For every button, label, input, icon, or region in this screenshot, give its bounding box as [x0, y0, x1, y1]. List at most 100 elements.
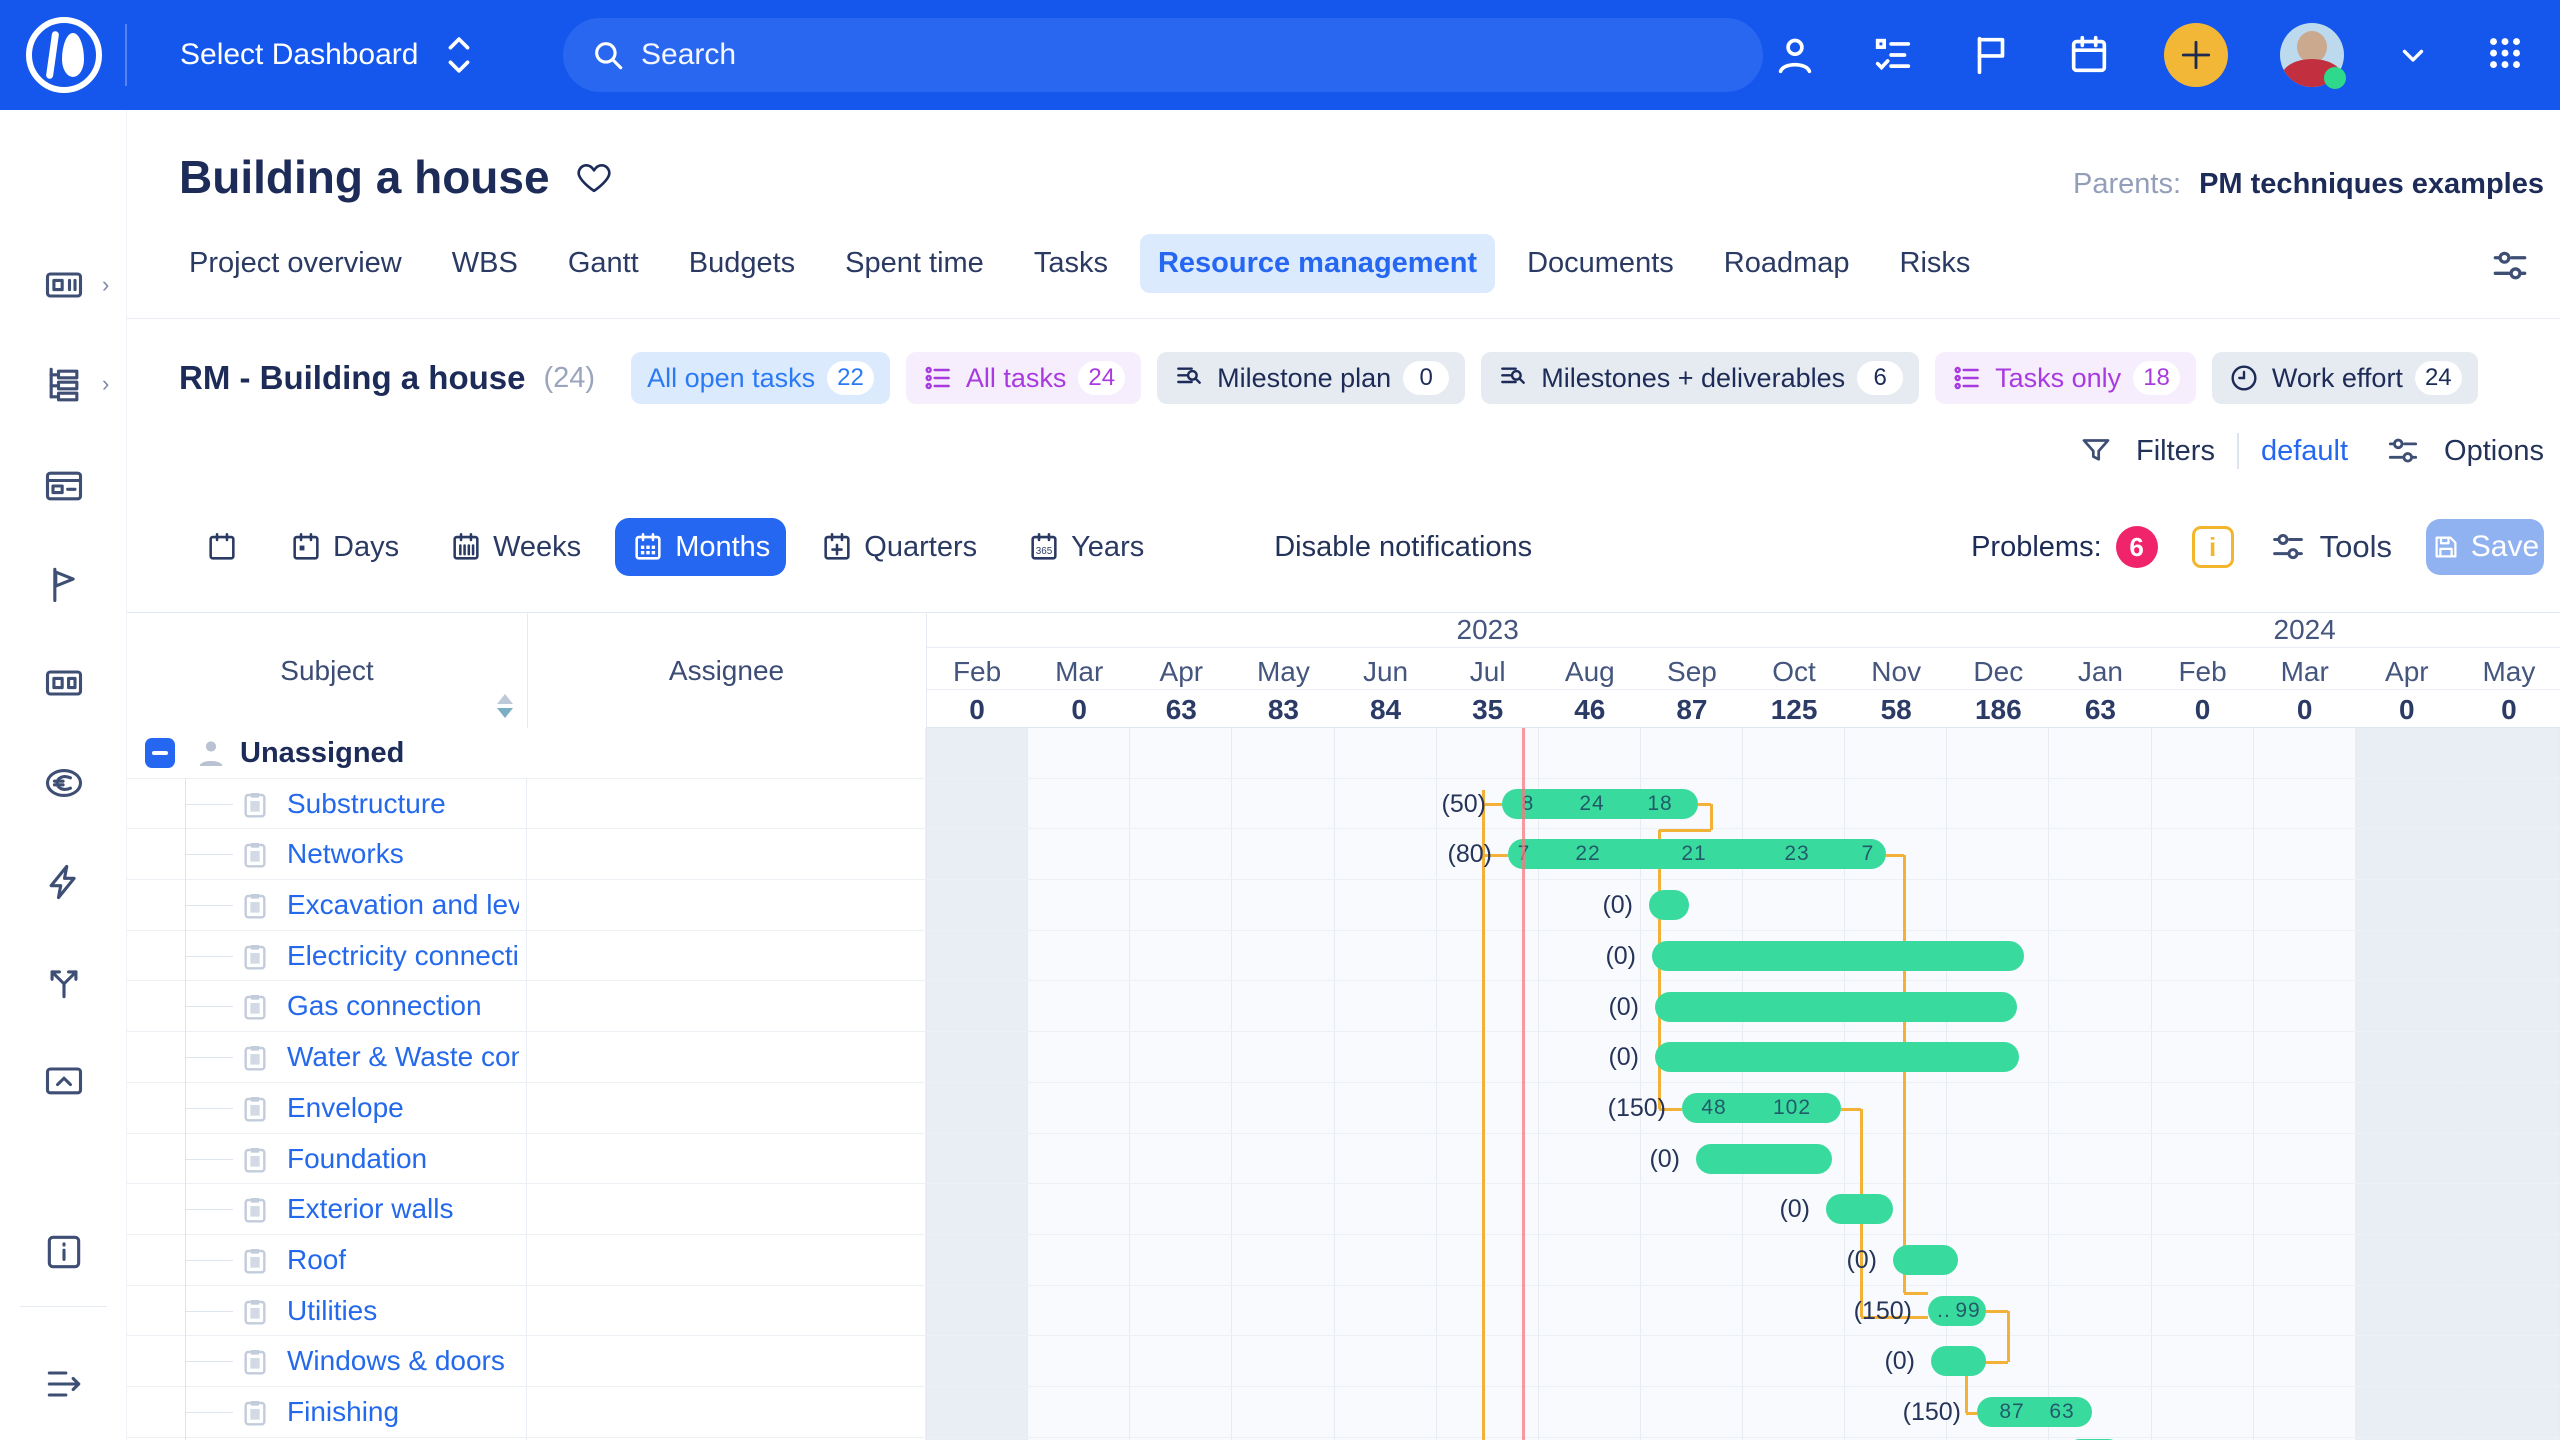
- gantt-bar[interactable]: [1931, 1346, 1986, 1376]
- tab-risks[interactable]: Risks: [1882, 234, 1989, 293]
- gantt-bar[interactable]: 82418: [1502, 789, 1698, 819]
- assignee-cell[interactable]: [527, 1387, 926, 1437]
- chip-tasks-only[interactable]: Tasks only18: [1935, 352, 2196, 404]
- sort-arrows-icon[interactable]: [497, 694, 513, 718]
- chevron-right-icon[interactable]: ›: [102, 272, 109, 298]
- tab-roadmap[interactable]: Roadmap: [1706, 234, 1868, 293]
- scale-months-button[interactable]: Months: [615, 518, 786, 576]
- task-link[interactable]: Electricity connectio: [287, 940, 519, 972]
- tab-wbs[interactable]: WBS: [434, 234, 536, 293]
- chip-milestones-deliverables[interactable]: Milestones + deliverables6: [1481, 352, 1919, 404]
- scale-weeks-button[interactable]: Weeks: [433, 518, 597, 576]
- assignee-cell[interactable]: [527, 1336, 926, 1386]
- task-link[interactable]: Finishing: [287, 1396, 399, 1428]
- gantt-bar[interactable]: 8763: [1977, 1397, 2092, 1427]
- chip-all-open-tasks[interactable]: All open tasks22: [631, 352, 890, 404]
- tab-gantt[interactable]: Gantt: [550, 234, 657, 293]
- assignee-cell[interactable]: [527, 779, 926, 829]
- gantt-bar[interactable]: [1826, 1194, 1893, 1224]
- tab-documents[interactable]: Documents: [1509, 234, 1692, 293]
- task-link[interactable]: Water & Waste conn: [287, 1041, 519, 1073]
- gantt-bar[interactable]: [1696, 1144, 1832, 1174]
- gantt-bar[interactable]: ..99: [1928, 1296, 1986, 1326]
- task-link[interactable]: Envelope: [287, 1092, 404, 1124]
- task-link[interactable]: Gas connection: [287, 990, 482, 1022]
- task-link[interactable]: Excavation and leve: [287, 889, 519, 921]
- avatar[interactable]: [2280, 23, 2344, 87]
- assignee-cell[interactable]: [527, 1235, 926, 1285]
- wbs-tree-icon[interactable]: ›: [0, 352, 127, 416]
- gantt-bar[interactable]: 48102: [1682, 1093, 1841, 1123]
- task-link[interactable]: Exterior walls: [287, 1193, 453, 1225]
- task-link[interactable]: Substructure: [287, 788, 446, 820]
- split-arrows-icon[interactable]: [0, 950, 127, 1014]
- chip-work-effort[interactable]: Work effort24: [2212, 352, 2478, 404]
- search-input[interactable]: Search: [563, 18, 1763, 92]
- task-link[interactable]: Networks: [287, 838, 404, 870]
- select-dashboard-button[interactable]: Select Dashboard: [180, 0, 474, 110]
- assignee-cell[interactable]: [527, 981, 926, 1031]
- flag-icon[interactable]: [1968, 32, 2014, 78]
- app-logo-icon[interactable]: [26, 17, 102, 93]
- disable-notifications-link[interactable]: Disable notifications: [1274, 531, 1532, 564]
- export-box-icon[interactable]: [0, 1048, 127, 1112]
- gantt-bar[interactable]: [1655, 1042, 2019, 1072]
- assignee-cell[interactable]: [527, 931, 926, 981]
- favorite-heart-icon[interactable]: [574, 157, 614, 197]
- gantt-bar[interactable]: [1655, 992, 2017, 1022]
- collapse-group-button[interactable]: [145, 738, 175, 768]
- view-settings-icon[interactable]: [2488, 244, 2532, 288]
- gantt-bar[interactable]: [1649, 890, 1689, 920]
- gantt-bar[interactable]: [1893, 1245, 1958, 1275]
- assignee-cell[interactable]: [527, 880, 926, 930]
- activity-bolt-icon[interactable]: [0, 850, 127, 914]
- apps-grid-icon[interactable]: [2482, 32, 2528, 78]
- assignee-column-header[interactable]: Assignee: [527, 613, 926, 728]
- assignee-cell[interactable]: [527, 1032, 926, 1082]
- gantt-bar[interactable]: [1652, 941, 2024, 971]
- task-link[interactable]: Roof: [287, 1244, 346, 1276]
- chip-all-tasks[interactable]: All tasks24: [906, 352, 1141, 404]
- checklist-icon[interactable]: [1870, 32, 1916, 78]
- task-link[interactable]: Foundation: [287, 1143, 427, 1175]
- flag-icon[interactable]: [0, 552, 127, 616]
- chip-milestone-plan[interactable]: Milestone plan0: [1157, 352, 1465, 404]
- dashboard-icon[interactable]: ›: [0, 253, 127, 317]
- scale-years-button[interactable]: 365Years: [1011, 518, 1160, 576]
- tab-resource-management[interactable]: Resource management: [1140, 234, 1495, 293]
- scale-days-button[interactable]: Days: [273, 518, 415, 576]
- tools-button[interactable]: Tools: [2268, 527, 2392, 567]
- scale-quarters-button[interactable]: Quarters: [804, 518, 993, 576]
- calendar-icon[interactable]: [2066, 32, 2112, 78]
- task-link[interactable]: Windows & doors: [287, 1345, 505, 1377]
- save-button[interactable]: Save: [2426, 519, 2544, 575]
- options-label[interactable]: Options: [2444, 435, 2544, 468]
- tab-budgets[interactable]: Budgets: [671, 234, 813, 293]
- budget-euro-icon[interactable]: [0, 751, 127, 815]
- subject-column-header[interactable]: Subject: [127, 613, 527, 728]
- assignee-cell[interactable]: [527, 1134, 926, 1184]
- tab-tasks[interactable]: Tasks: [1016, 234, 1126, 293]
- filters-label[interactable]: Filters: [2136, 435, 2215, 468]
- user-icon[interactable]: [1772, 32, 1818, 78]
- task-link[interactable]: Utilities: [287, 1295, 377, 1327]
- tab-spent-time[interactable]: Spent time: [827, 234, 1002, 293]
- gantt-bar[interactable]: 72221237: [1508, 839, 1886, 869]
- assignee-cell[interactable]: [527, 1286, 926, 1336]
- assignee-cell[interactable]: [527, 1184, 926, 1234]
- expand-sidebar-icon[interactable]: [0, 1352, 127, 1416]
- tab-project-overview[interactable]: Project overview: [171, 234, 420, 293]
- project-card-icon[interactable]: [0, 454, 127, 518]
- info-icon[interactable]: i: [2192, 526, 2234, 568]
- assignee-cell[interactable]: [527, 829, 926, 879]
- problems-indicator[interactable]: Problems: 6: [1971, 526, 2158, 568]
- dashboard-panel-icon[interactable]: [0, 651, 127, 715]
- info-icon[interactable]: [0, 1220, 127, 1284]
- add-button[interactable]: [2164, 23, 2228, 87]
- parents-value[interactable]: PM techniques examples: [2199, 168, 2544, 200]
- chevron-down-icon[interactable]: [2396, 38, 2430, 72]
- filters-default-link[interactable]: default: [2261, 435, 2348, 468]
- scale-calendar-button[interactable]: [189, 518, 255, 576]
- assignee-cell[interactable]: [527, 1083, 926, 1133]
- chevron-right-icon[interactable]: ›: [102, 371, 109, 397]
